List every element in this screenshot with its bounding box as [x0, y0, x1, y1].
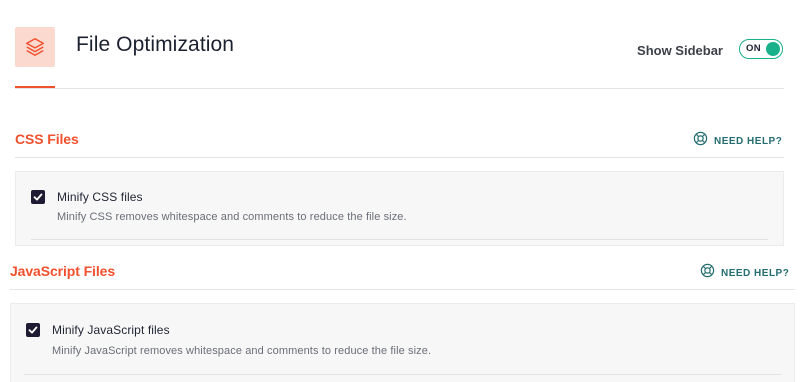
minify-css-checkbox[interactable]: [31, 190, 45, 204]
lifebuoy-icon: [700, 263, 715, 283]
help-label: NEED HELP?: [721, 267, 790, 279]
section-divider: [15, 157, 784, 158]
show-sidebar-toggle[interactable]: ON: [739, 39, 783, 59]
minify-javascript-checkbox[interactable]: [26, 323, 40, 337]
javascript-section: JavaScript Files NEED HELP? Minify JavaS…: [0, 246, 800, 382]
header-divider: [15, 88, 784, 89]
page-title: File Optimization: [76, 33, 235, 56]
css-options-panel: Minify CSS files Minify CSS removes whit…: [15, 171, 784, 246]
option-divider: [31, 239, 768, 240]
layers-icon: [15, 27, 55, 67]
minify-javascript-label: Minify JavaScript files: [52, 323, 170, 337]
toggle-knob: [766, 42, 780, 56]
minify-css-description: Minify CSS removes whitespace and commen…: [57, 211, 407, 223]
css-need-help-link[interactable]: NEED HELP?: [693, 131, 782, 151]
section-title-css: CSS Files: [15, 131, 79, 147]
section-divider: [10, 289, 795, 290]
help-label: NEED HELP?: [714, 135, 783, 147]
page-header: File Optimization Show Sidebar ON: [0, 0, 800, 90]
javascript-need-help-link[interactable]: NEED HELP?: [700, 263, 789, 283]
section-title-javascript: JavaScript Files: [10, 263, 116, 279]
javascript-options-panel: Minify JavaScript files Minify JavaScrip…: [10, 303, 795, 382]
toggle-state-label: ON: [746, 43, 761, 54]
minify-css-label: Minify CSS files: [57, 190, 143, 204]
option-divider: [24, 374, 781, 375]
show-sidebar-label: Show Sidebar: [637, 43, 723, 58]
minify-javascript-description: Minify JavaScript removes whitespace and…: [52, 345, 432, 357]
lifebuoy-icon: [693, 131, 708, 151]
